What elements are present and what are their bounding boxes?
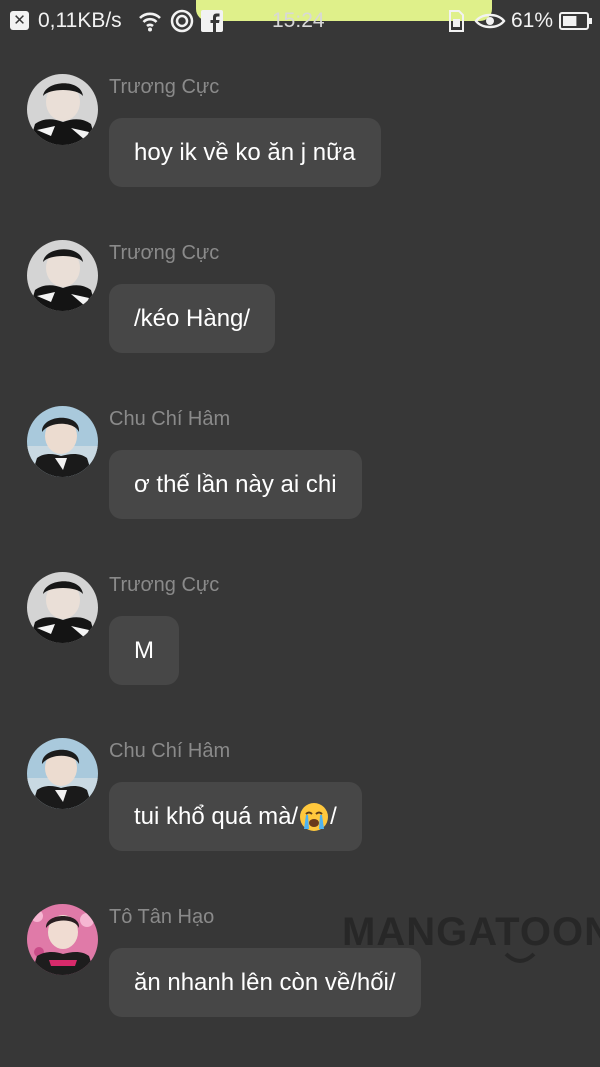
sender-name: Trương Cực — [109, 242, 220, 264]
avatar-truong-cuc[interactable] — [27, 74, 98, 145]
avatar-truong-cuc[interactable] — [27, 240, 98, 311]
circle-icon — [170, 8, 194, 34]
message-text: / — [330, 802, 337, 830]
network-speed: 0,11KB/s — [38, 9, 122, 32]
eye-icon — [474, 8, 506, 34]
mangatoon-watermark: MANGATOON — [342, 910, 600, 970]
avatar-truong-cuc[interactable] — [27, 572, 98, 643]
avatar-chu-chi-ham[interactable] — [27, 738, 98, 809]
clock: 15:24 — [272, 9, 325, 32]
facebook-icon — [201, 8, 223, 34]
message-bubble[interactable]: tui khổ quá mà/ / — [109, 782, 362, 851]
close-box-icon: ✕ — [10, 11, 29, 30]
loudly-crying-face-icon — [299, 802, 329, 832]
sender-name: Chu Chí Hâm — [109, 408, 231, 430]
message-bubble[interactable]: ơ thế lần này ai chi — [109, 450, 362, 519]
message-bubble[interactable]: M — [109, 616, 179, 685]
sender-name: Trương Cực — [109, 76, 220, 98]
battery-percent: 61% — [511, 9, 554, 32]
battery-icon — [559, 8, 593, 34]
status-bar: ✕ 0,11KB/s 15:24 61% — [0, 0, 600, 44]
sim-icon — [446, 8, 466, 34]
sender-name: Tô Tân Hạo — [109, 906, 215, 928]
sender-name: Trương Cực — [109, 574, 220, 596]
avatar-to-tan-hao[interactable] — [27, 904, 98, 975]
watermark-text: MANGATOON — [342, 910, 600, 954]
sender-name: Chu Chí Hâm — [109, 740, 231, 762]
watermark-smile-icon — [504, 952, 536, 963]
avatar-chu-chi-ham[interactable] — [27, 406, 98, 477]
message-bubble[interactable]: /kéo Hàng/ — [109, 284, 276, 353]
message-text: tui khổ quá mà/ — [134, 802, 299, 830]
message-bubble[interactable]: hoy ik về ko ăn j nữa — [109, 118, 381, 187]
wifi-icon — [138, 8, 162, 34]
